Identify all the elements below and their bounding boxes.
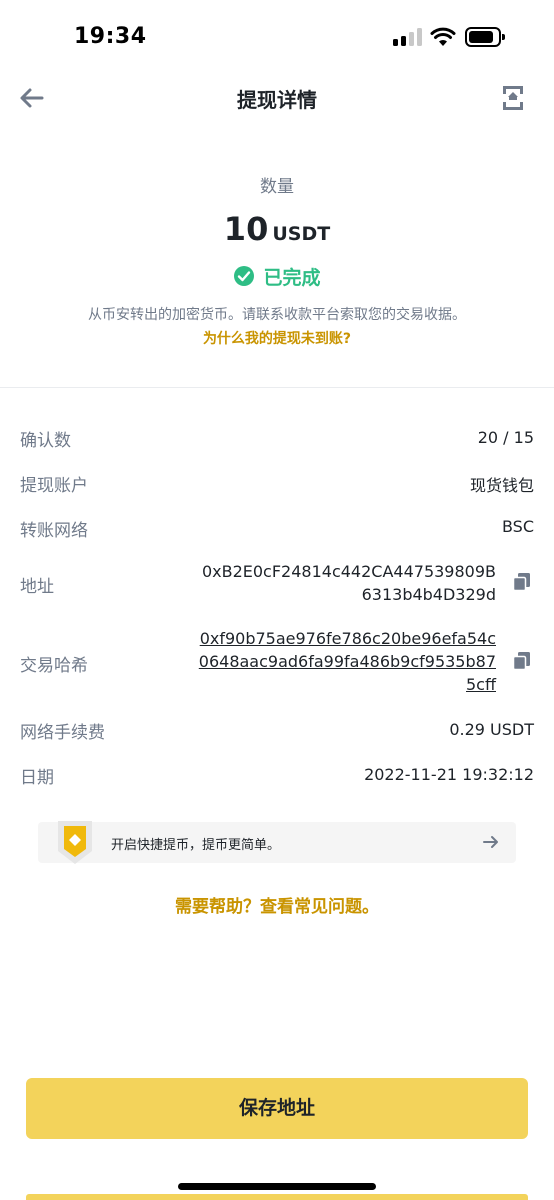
home-indicator bbox=[178, 1183, 376, 1190]
status-text: 已完成 bbox=[263, 267, 321, 289]
quick-withdraw-banner[interactable]: 开启快捷提币，提币更简单。 bbox=[38, 821, 516, 864]
status-time: 19:34 bbox=[74, 24, 147, 49]
amount-row: 10 USDT bbox=[0, 210, 554, 248]
status-bar: 19:34 bbox=[0, 0, 554, 76]
address-value: 0xB2E0cF24814c442CA447539809B6313b4b4D32… bbox=[201, 562, 496, 604]
arrow-right-icon bbox=[483, 836, 498, 848]
amount-label: 数量 bbox=[260, 177, 294, 197]
txid-value[interactable]: 0xf90b75ae976fe786c20be96efa54c0648aac9a… bbox=[196, 627, 496, 696]
confirmations-value: 20 / 15 bbox=[477, 428, 534, 447]
page-title: 提现详情 bbox=[237, 88, 317, 112]
date-value: 2022-11-21 19:32:12 bbox=[364, 765, 534, 784]
txid-label: 交易哈希 bbox=[20, 656, 88, 676]
address-label: 地址 bbox=[20, 577, 54, 597]
account-value: 现货钱包 bbox=[469, 476, 534, 495]
copy-address-icon[interactable] bbox=[512, 572, 532, 592]
banner-text: 开启快捷提币，提币更简单。 bbox=[111, 838, 281, 853]
check-circle-icon bbox=[234, 266, 255, 286]
status-row: 已完成 bbox=[0, 263, 554, 290]
amount-unit: USDT bbox=[272, 223, 331, 245]
wifi-icon bbox=[430, 27, 456, 46]
divider bbox=[0, 387, 554, 388]
date-label: 日期 bbox=[20, 768, 54, 788]
confirmations-label: 确认数 bbox=[20, 431, 71, 451]
shield-badge-icon bbox=[58, 821, 92, 864]
battery-icon bbox=[465, 27, 505, 47]
fee-value: 0.29 USDT bbox=[449, 720, 534, 739]
why-not-received-link[interactable]: 为什么我的提现未到账? bbox=[0, 328, 554, 348]
account-label: 提现账户 bbox=[20, 476, 88, 496]
network-value: BSC bbox=[501, 517, 534, 536]
help-faq-link[interactable]: 需要帮助？查看常见问题。 bbox=[0, 892, 554, 917]
fee-label: 网络手续费 bbox=[20, 723, 105, 743]
copy-txid-icon[interactable] bbox=[512, 651, 532, 671]
bottom-button-edge bbox=[26, 1194, 528, 1200]
save-address-button[interactable]: 保存地址 bbox=[26, 1078, 528, 1139]
cellular-signal-icon bbox=[393, 28, 423, 46]
share-icon[interactable] bbox=[500, 84, 526, 112]
note-text: 从币安转出的加密货币。请联系收款平台索取您的交易收据。 bbox=[88, 307, 466, 323]
network-label: 转账网络 bbox=[20, 521, 88, 541]
amount-value: 10 bbox=[223, 210, 269, 248]
header: 提现详情 bbox=[0, 76, 554, 122]
